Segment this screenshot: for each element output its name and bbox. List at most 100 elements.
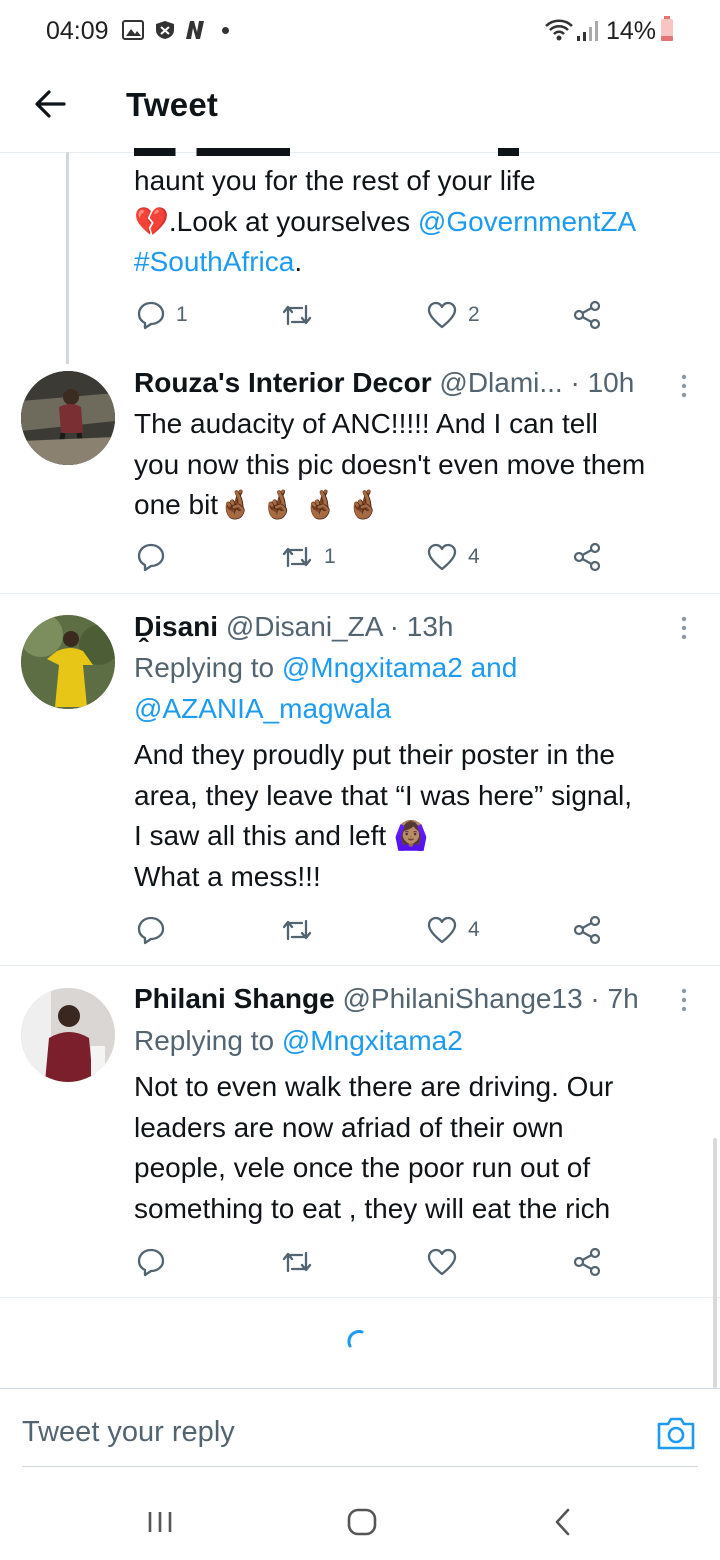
tweet-line: area, they leave that “I was here” signa…: [134, 779, 633, 811]
reply-icon: [137, 916, 165, 945]
like-button[interactable]: 2: [426, 300, 480, 330]
separator: ·: [562, 367, 588, 398]
replying-and: and: [462, 652, 518, 683]
user-handle[interactable]: @Dlami...: [439, 367, 562, 398]
heart-icon: [427, 543, 457, 571]
more-options-icon[interactable]: [676, 986, 692, 1016]
reply-input-underline: [22, 1466, 698, 1467]
retweet-button[interactable]: [280, 915, 314, 945]
page-title: Tweet: [126, 86, 219, 123]
more-options-icon[interactable]: [676, 614, 692, 644]
like-button[interactable]: 4: [426, 915, 480, 945]
heart-icon: [427, 1248, 457, 1276]
system-nav-bar: [0, 1480, 720, 1560]
user-handle[interactable]: @PhilaniShange13: [342, 983, 582, 1014]
back-icon[interactable]: [552, 1508, 574, 1536]
camera-icon[interactable]: [656, 1414, 696, 1452]
retweet-icon: [282, 546, 312, 568]
hashtag-link[interactable]: #SouthAfrica: [134, 246, 294, 277]
tweet-header: Philani Shange @PhilaniShange13 · 7h: [134, 979, 694, 1020]
retweet-icon: [282, 304, 312, 326]
tweet-text: haunt you for the rest of your life 💔.Lo…: [134, 161, 704, 283]
mention-link[interactable]: @Mngxitama2: [282, 1025, 463, 1056]
crossed-fingers-emoji: 🤞🏾 🤞🏾 🤞🏾 🤞🏾: [218, 489, 381, 520]
like-count: 4: [468, 918, 480, 941]
back-arrow-icon[interactable]: [30, 84, 70, 124]
mention-link[interactable]: @AZANIA_magwala: [134, 693, 391, 724]
reply-button[interactable]: [136, 1247, 166, 1277]
battery-percent: 14%: [606, 17, 657, 45]
replying-to: Replying to @Mngxitama2 and @AZANIA_magw…: [134, 648, 704, 729]
loading-spinner-icon: [347, 1330, 364, 1348]
tweet-time: 10h: [587, 367, 635, 398]
status-dot: [222, 27, 229, 34]
like-button[interactable]: [426, 1247, 458, 1277]
reply-count: 1: [176, 303, 188, 326]
composer-divider: [0, 1388, 720, 1389]
tweet-line: #SouthAfrica.: [134, 242, 704, 283]
tweet-text: And they proudly put their poster in the…: [134, 735, 709, 897]
display-name[interactable]: Rouza's Interior Decor: [134, 367, 432, 398]
status-bar: 04:09 14%: [0, 0, 720, 60]
share-icon[interactable]: [572, 915, 602, 945]
tweet-line-text: one bit: [134, 489, 219, 520]
mention-link[interactable]: @Mngxitama2: [282, 652, 463, 683]
retweet-button[interactable]: [280, 300, 324, 330]
tweet-line: leaders are now afriad of their own: [134, 1111, 564, 1143]
avatar-photo: [21, 988, 115, 1082]
reply-button[interactable]: 1: [136, 300, 188, 330]
replying-prefix: Replying to: [134, 1025, 282, 1056]
reply-input[interactable]: Tweet your reply: [22, 1416, 235, 1449]
mention-link[interactable]: @GovernmentZA: [418, 206, 636, 237]
display-name[interactable]: Philani Shange: [134, 983, 335, 1014]
tweet-line: people, vele once the poor run out of: [134, 1152, 591, 1183]
display-name[interactable]: Ḓisani: [134, 611, 218, 642]
signal-icon: [577, 21, 598, 41]
retweet-icon: [282, 1251, 312, 1273]
retweet-icon: [282, 919, 312, 941]
tweet-text: The audacity of ANC!!!!! And I can tell …: [134, 404, 704, 526]
wifi-icon: [545, 19, 573, 41]
recent-apps-icon[interactable]: [146, 1510, 174, 1534]
tweet-line: haunt you for the rest of your life: [134, 165, 536, 196]
avatar[interactable]: [21, 988, 115, 1082]
more-options-icon[interactable]: [676, 372, 692, 402]
share-icon[interactable]: [572, 542, 602, 572]
separator: ·: [582, 983, 608, 1014]
replying-line: @AZANIA_magwala: [134, 689, 704, 730]
share-icon[interactable]: [572, 1247, 602, 1277]
avatar[interactable]: [21, 371, 115, 465]
replying-line: Replying to @Mngxitama2 and: [134, 648, 704, 689]
tweet-line: What a mess!!!: [134, 860, 321, 892]
tweet-line-text: I saw all this and left: [134, 820, 394, 851]
like-button[interactable]: 4: [426, 542, 480, 572]
reply-button[interactable]: [136, 542, 176, 572]
like-count: 4: [468, 545, 480, 568]
retweet-button[interactable]: 1: [280, 542, 336, 572]
heart-icon: [427, 301, 457, 329]
image-notification-icon: [122, 20, 144, 40]
tweet-line-text: .: [294, 246, 303, 277]
replying-to: Replying to @Mngxitama2: [134, 1021, 704, 1062]
tweet-time: 13h: [406, 611, 454, 642]
tweet-line: Not to even walk there are driving. Our: [134, 1071, 614, 1102]
avatar[interactable]: [21, 615, 115, 709]
tweet-divider: [0, 593, 720, 594]
home-icon[interactable]: [346, 1508, 378, 1536]
shield-notification-icon: [156, 21, 174, 39]
reply-button[interactable]: [136, 915, 166, 945]
tweet-divider: [0, 965, 720, 966]
tweet-line: I saw all this and left 🙆🏽‍♀️: [134, 816, 709, 857]
tweet-header: Ḓisani @Disani_ZA · 13h: [134, 607, 694, 648]
tweet-line: The audacity of ANC!!!!! And I can tell: [134, 408, 598, 439]
user-handle[interactable]: @Disani_ZA: [226, 611, 382, 642]
retweet-button[interactable]: [280, 1247, 314, 1277]
scrollbar[interactable]: [713, 1138, 717, 1388]
share-icon[interactable]: [572, 300, 602, 330]
tweet-line-text: .Look at yourselves: [168, 205, 418, 237]
tweet-header: Rouza's Interior Decor @Dlami... · 10h: [134, 363, 694, 404]
news-notification-icon: [186, 21, 204, 39]
reply-icon: [137, 301, 165, 330]
tweet-line: you now this pic doesn't even move them: [134, 448, 646, 480]
broken-heart-emoji: 💔: [134, 205, 169, 237]
